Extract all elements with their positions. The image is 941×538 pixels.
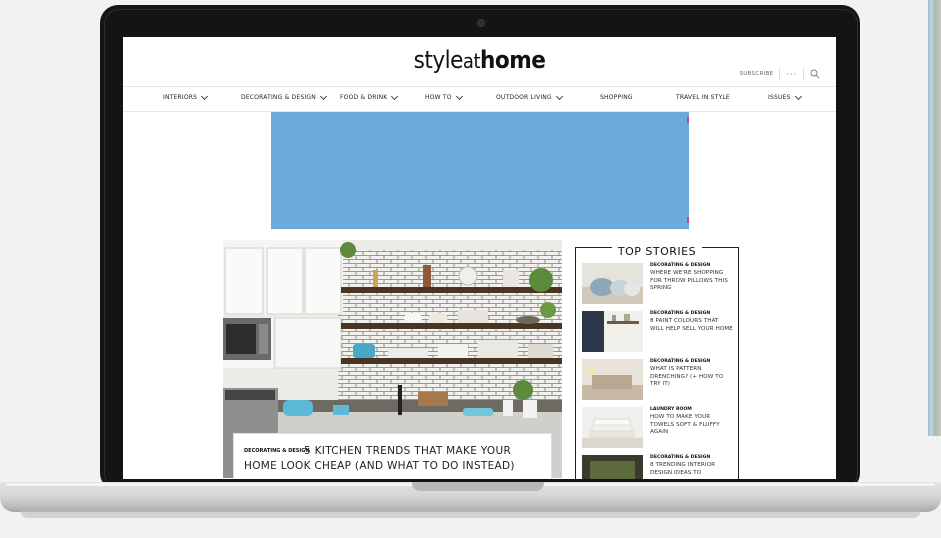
- story-thumbnail[interactable]: [582, 359, 643, 400]
- top-stories-heading-wrap: TOP STORIES: [576, 240, 738, 259]
- story-item[interactable]: DECORATING & DESIGN 8 PAINT COLOURS THAT…: [582, 311, 734, 355]
- story-title[interactable]: HOW TO MAKE YOUR TOWELS SOFT & FLUFFY AG…: [650, 414, 734, 437]
- advertisement-banner[interactable]: [271, 112, 689, 229]
- main-navigation: INTERIORS DECORATING & DESIGN FOOD & DRI…: [123, 86, 836, 112]
- nav-label: FOOD & DRINK: [340, 94, 388, 101]
- story-item[interactable]: DECORATING & DESIGN 8 TRENDING INTERIOR …: [582, 455, 734, 479]
- story-category[interactable]: LAUNDRY ROOM: [650, 407, 692, 412]
- story-category[interactable]: DECORATING & DESIGN: [650, 263, 710, 268]
- nav-label: HOW TO: [425, 94, 452, 101]
- header-utilities: SUBSCRIBE ···: [739, 68, 820, 80]
- story-item[interactable]: DECORATING & DESIGN WHAT IS PATTERN DREN…: [582, 359, 734, 403]
- nav-label: OUTDOOR LIVING: [496, 94, 552, 101]
- story-item[interactable]: LAUNDRY ROOM HOW TO MAKE YOUR TOWELS SOF…: [582, 407, 734, 451]
- chevron-down-icon: [319, 92, 327, 100]
- nav-item-food-drink[interactable]: FOOD & DRINK: [340, 92, 399, 101]
- story-item[interactable]: DECORATING & DESIGN WHERE WE'RE SHOPPING…: [582, 263, 734, 307]
- nav-label: TRAVEL IN STYLE: [676, 94, 730, 101]
- nav-item-decorating-design[interactable]: DECORATING & DESIGN: [241, 92, 327, 101]
- top-stories-heading: TOP STORIES: [611, 245, 703, 258]
- story-category[interactable]: DECORATING & DESIGN: [650, 359, 710, 364]
- nav-label: ISSUES: [768, 94, 791, 101]
- story-thumbnail[interactable]: [582, 311, 643, 352]
- nav-item-how-to[interactable]: HOW TO: [425, 92, 463, 101]
- chevron-down-icon: [794, 92, 802, 100]
- nav-label: SHOPPING: [600, 94, 633, 101]
- chevron-down-icon: [455, 92, 463, 100]
- logo-part-at: at: [462, 49, 481, 73]
- story-title[interactable]: WHERE WE'RE SHOPPING FOR THROW PILLOWS T…: [650, 270, 734, 293]
- search-icon[interactable]: [810, 69, 820, 79]
- top-stories-panel: TOP STORIES DECORATING & DESIGN WHERE WE…: [575, 245, 739, 479]
- nav-item-interiors[interactable]: INTERIORS: [163, 92, 209, 101]
- logo-part-style: style: [413, 46, 464, 74]
- laptop-base-shadow: [20, 510, 921, 518]
- story-title[interactable]: 8 TRENDING INTERIOR DESIGN IDEAS TO: [650, 462, 734, 477]
- background-photo-edge: [928, 0, 941, 436]
- subscribe-link[interactable]: SUBSCRIBE: [739, 71, 773, 77]
- laptop-opening-notch: [412, 482, 544, 491]
- story-category[interactable]: DECORATING & DESIGN: [650, 455, 710, 460]
- chevron-down-icon: [391, 92, 399, 100]
- story-title[interactable]: WHAT IS PATTERN DRENCHING? (+ HOW TO TRY…: [650, 366, 734, 389]
- site-logo[interactable]: styleathome: [123, 46, 836, 74]
- nav-label: DECORATING & DESIGN: [241, 94, 316, 101]
- nav-item-issues[interactable]: ISSUES: [768, 92, 802, 101]
- logo-part-home: home: [480, 46, 546, 74]
- story-thumbnail[interactable]: [582, 263, 643, 304]
- ad-marker: [687, 117, 689, 123]
- ad-marker: [687, 217, 689, 223]
- story-category[interactable]: DECORATING & DESIGN: [650, 311, 710, 316]
- divider: [779, 68, 781, 80]
- story-thumbnail[interactable]: [582, 455, 643, 479]
- feature-headline[interactable]: 5 KITCHEN TRENDS THAT MAKE YOUR HOME LOO…: [244, 444, 544, 474]
- story-title[interactable]: 8 PAINT COLOURS THAT WILL HELP SELL YOUR…: [650, 318, 734, 333]
- feature-article-card[interactable]: DECORATING & DESIGN 5 KITCHEN TRENDS THA…: [233, 433, 552, 479]
- laptop-screen: styleathome SUBSCRIBE ··· INTERIORS DECO…: [123, 37, 836, 479]
- more-menu-button[interactable]: ···: [786, 70, 797, 79]
- chevron-down-icon: [555, 92, 563, 100]
- chevron-down-icon: [201, 92, 209, 100]
- webcam: [477, 19, 485, 27]
- nav-item-shopping[interactable]: SHOPPING: [600, 94, 633, 101]
- nav-label: INTERIORS: [163, 94, 198, 101]
- divider: [803, 68, 804, 80]
- story-thumbnail[interactable]: [582, 407, 643, 448]
- nav-item-outdoor-living[interactable]: OUTDOOR LIVING: [496, 92, 563, 101]
- nav-item-travel-in-style[interactable]: TRAVEL IN STYLE: [676, 94, 730, 101]
